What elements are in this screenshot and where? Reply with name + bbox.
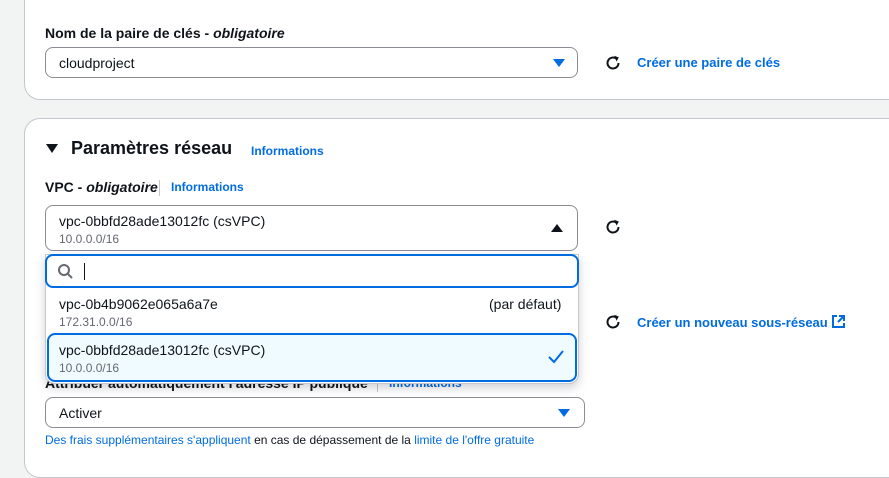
vpc-select-name: vpc-0bbfd28ade13012fc (csVPC) (59, 213, 266, 229)
extra-charges-link[interactable]: Des frais supplémentaires s'appliquent (45, 433, 251, 447)
keypair-select[interactable]: cloudproject (45, 47, 578, 78)
vpc-option[interactable]: vpc-0b4b9062e065a6a7e 172.31.0.0/16 (par… (47, 290, 577, 332)
footnote: Des frais supplémentaires s'appliquent e… (45, 433, 535, 447)
free-tier-link[interactable]: limite de l'offre gratuite (414, 433, 534, 447)
caret-up-icon (551, 224, 563, 232)
network-title: Paramètres réseau (71, 138, 233, 158)
vpc-option-selected[interactable]: vpc-0bbfd28ade13012fc (csVPC) 10.0.0.0/1… (47, 333, 577, 382)
keypair-select-value: cloudproject (59, 55, 135, 71)
vpc-select[interactable]: vpc-0bbfd28ade13012fc (csVPC) 10.0.0.0/1… (45, 205, 578, 251)
create-keypair-link[interactable]: Créer une paire de clés (637, 55, 780, 70)
vpc-option-name: vpc-0bbfd28ade13012fc (csVPC) (59, 342, 266, 358)
caret-down-icon (558, 409, 570, 417)
search-icon (58, 264, 73, 279)
vpc-option-cidr: 172.31.0.0/16 (59, 315, 133, 329)
refresh-icon[interactable] (603, 312, 623, 332)
caret-down-icon (553, 59, 565, 67)
vpc-label: VPC - obligatoire (45, 179, 158, 195)
vpc-option-default-tag: (par défaut) (489, 296, 562, 312)
vpc-info-link[interactable]: Informations (171, 180, 244, 194)
vpc-option-cidr: 10.0.0.0/16 (59, 361, 120, 375)
refresh-icon[interactable] (603, 217, 623, 237)
collapse-caret-icon[interactable] (46, 144, 58, 153)
check-icon (548, 350, 564, 364)
external-link-icon (832, 315, 845, 328)
public-ip-select[interactable]: Activer (45, 397, 585, 428)
create-subnet-link[interactable]: Créer un nouveau sous-réseau (637, 315, 828, 330)
network-info-link[interactable]: Informations (251, 144, 324, 158)
public-ip-select-value: Activer (59, 405, 102, 421)
text-cursor (84, 263, 85, 280)
vpc-option-name: vpc-0b4b9062e065a6a7e (59, 296, 218, 312)
vpc-select-cidr: 10.0.0.0/16 (59, 232, 120, 246)
vpc-search-input[interactable] (45, 254, 579, 288)
keypair-label: Nom de la paire de clés - obligatoire (45, 25, 285, 41)
label-divider (159, 180, 160, 196)
refresh-icon[interactable] (603, 53, 623, 73)
